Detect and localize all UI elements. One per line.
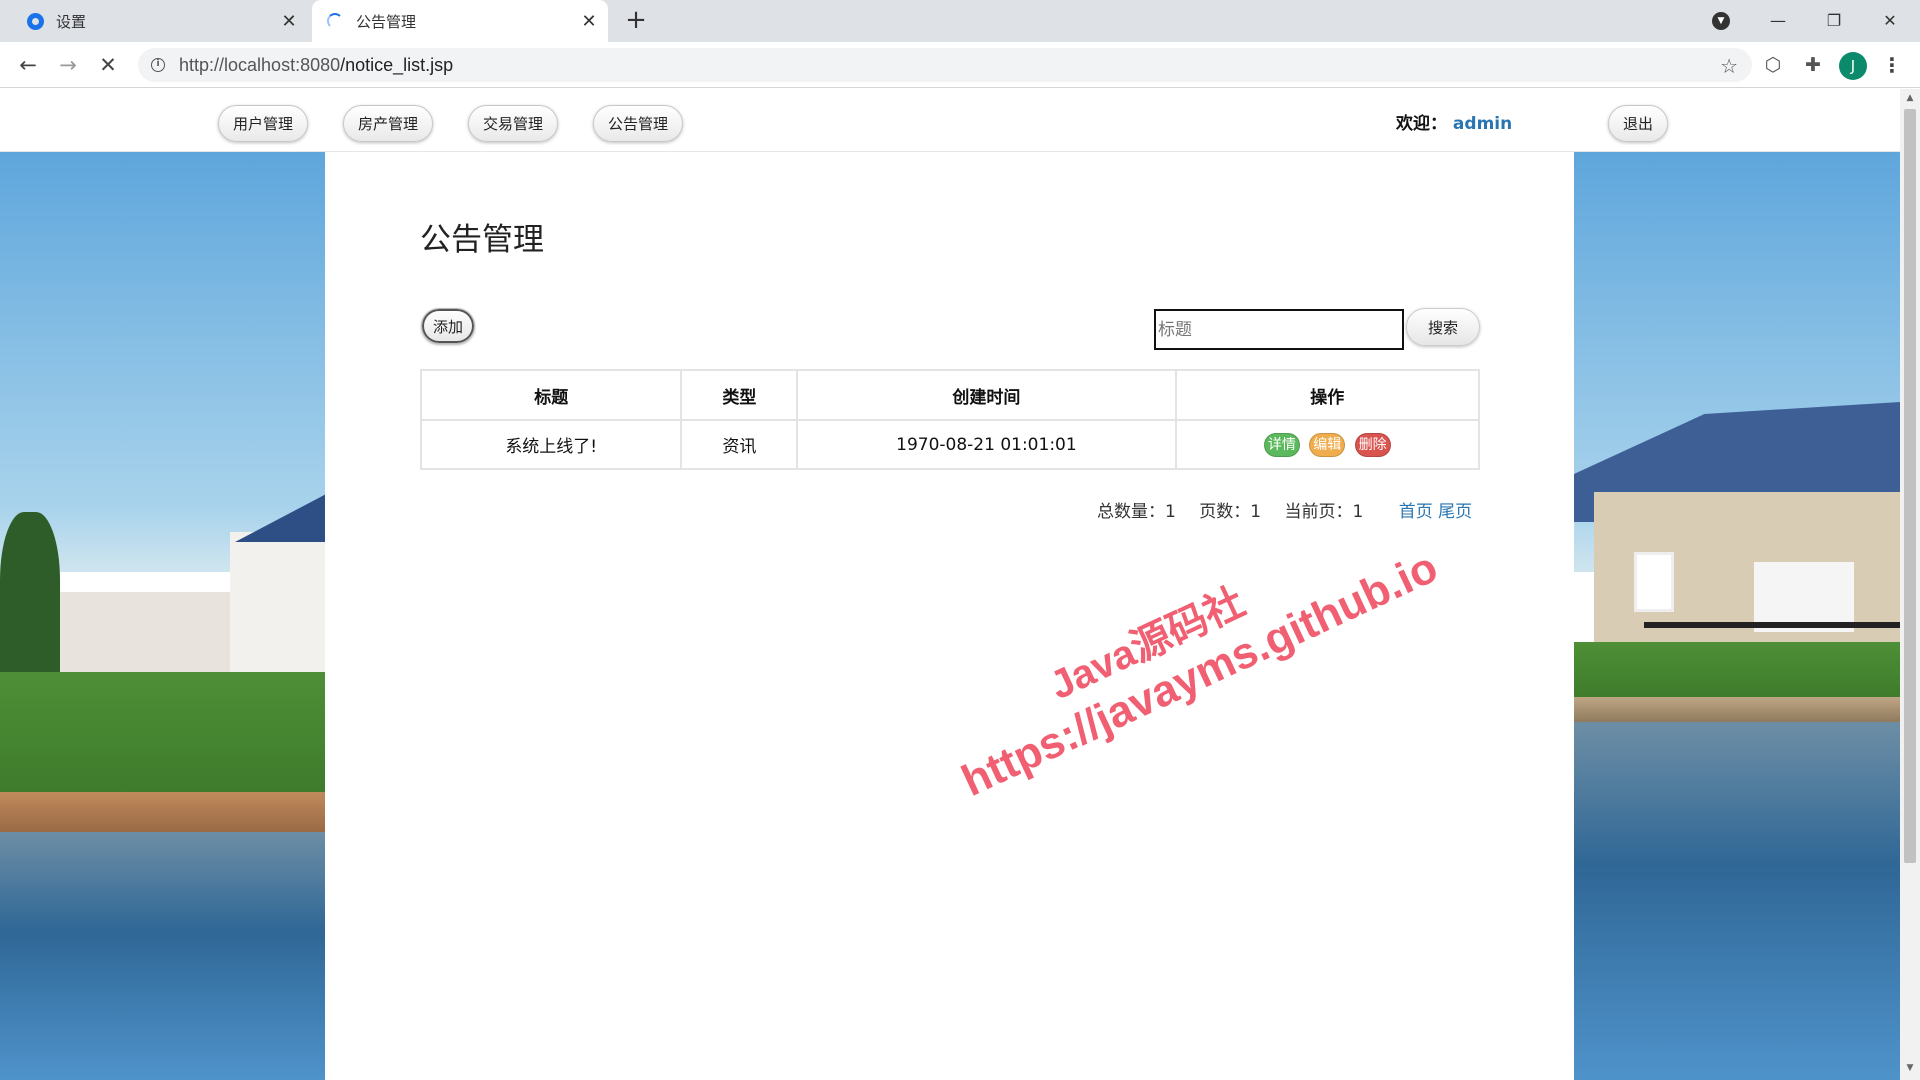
table-row: 系统上线了! 资讯 1970-08-21 01:01:01 详情 编辑 删除 [419,419,1481,470]
address-bar[interactable]: i http://localhost:8080/notice_list.jsp … [138,48,1752,82]
tab-title: 设置 [56,12,87,31]
info-icon[interactable]: i [151,58,165,72]
page-scrollbar[interactable]: ▲ ▼ [1900,89,1920,1080]
logout-button[interactable]: 退出 [1608,105,1669,142]
edit-button[interactable]: 编辑 [1309,432,1346,457]
forward-arrow-icon[interactable]: → [52,50,84,80]
column-header-title: 标题 [419,369,683,421]
background-photo-right [1574,152,1900,1080]
column-header-created: 创建时间 [796,369,1177,421]
nav-notice-manage[interactable]: 公告管理 [593,105,684,142]
avatar[interactable]: J [1839,52,1867,80]
nav-trade-manage[interactable]: 交易管理 [468,105,559,142]
cell-title: 系统上线了! [419,419,683,470]
nav-property-manage[interactable]: 房产管理 [343,105,434,142]
page-viewport: 用户管理 房产管理 交易管理 公告管理 欢迎： admin 退出 公告管理 添加 [0,89,1900,1080]
tab-notice-manage[interactable]: 公告管理 ✕ [312,0,608,42]
detail-button[interactable]: 详情 [1263,432,1300,457]
extension-icon[interactable]: ⬡ [1760,52,1786,78]
back-arrow-icon[interactable]: ← [12,50,44,80]
table-header-row: 标题 类型 创建时间 操作 [419,369,1481,421]
gear-icon [26,12,44,30]
more-menu-icon[interactable]: ⋮ [1880,52,1904,78]
browser-tab-bar: 设置 ✕ 公告管理 ✕ + ▼ — ❐ ✕ [0,0,1920,42]
url-text: http://localhost:8080/notice_list.jsp [179,55,453,76]
cell-type: 资讯 [680,419,799,470]
column-header-type: 类型 [680,369,799,421]
pager-last-link[interactable]: 尾页 [1438,502,1472,522]
background-photo-left [0,152,325,1080]
tab-settings[interactable]: 设置 ✕ [0,0,308,42]
loading-spinner-icon [326,12,344,30]
search-button[interactable]: 搜索 [1406,308,1480,346]
close-icon[interactable]: ✕ [274,11,304,32]
minimize-icon[interactable]: — [1750,0,1806,40]
new-tab-button[interactable]: + [620,6,652,36]
url-host: http://localhost:8080 [179,54,341,75]
scroll-down-icon[interactable]: ▼ [1904,1063,1916,1073]
search-input[interactable] [1154,309,1404,350]
cell-actions: 详情 编辑 删除 [1174,419,1481,470]
window-close-icon[interactable]: ✕ [1862,0,1918,40]
username: admin [1452,114,1513,134]
pager-total: 总数量：1 [1097,502,1176,522]
welcome-text: 欢迎： admin [1396,109,1512,134]
tab-search-icon[interactable]: ▼ [1712,12,1730,30]
main-content: 公告管理 添加 搜索 标题 类型 创建时间 操作 系统上线了! [325,152,1574,1080]
tab-title: 公告管理 [356,12,417,31]
scroll-up-icon[interactable]: ▲ [1904,93,1916,103]
nav-user-manage[interactable]: 用户管理 [218,105,309,142]
url-path: /notice_list.jsp [340,54,454,75]
browser-toolbar: ← → ✕ i http://localhost:8080/notice_lis… [0,42,1920,88]
pager-first-link[interactable]: 首页 [1399,502,1433,522]
scroll-thumb[interactable] [1904,109,1916,863]
cell-created: 1970-08-21 01:01:01 [796,419,1177,470]
stop-loading-icon[interactable]: ✕ [92,50,124,80]
site-top-nav: 用户管理 房产管理 交易管理 公告管理 欢迎： admin 退出 [0,89,1900,152]
pager-current: 当前页：1 [1284,502,1364,522]
page-title: 公告管理 [420,222,544,258]
add-button[interactable]: 添加 [421,308,475,344]
pagination: 总数量：1 页数：1 当前页：1 首页 尾页 [1097,497,1472,522]
pager-pages: 页数：1 [1199,502,1262,522]
bookmark-star-icon[interactable]: ☆ [1720,54,1738,78]
column-header-actions: 操作 [1174,369,1481,421]
welcome-label: 欢迎： [1396,114,1447,134]
close-icon[interactable]: ✕ [574,11,604,32]
notice-table: 标题 类型 创建时间 操作 系统上线了! 资讯 1970-08-21 01:01… [419,369,1481,470]
delete-button[interactable]: 删除 [1354,432,1391,457]
puzzle-icon[interactable]: ✚ [1800,52,1826,78]
restore-icon[interactable]: ❐ [1806,0,1862,40]
